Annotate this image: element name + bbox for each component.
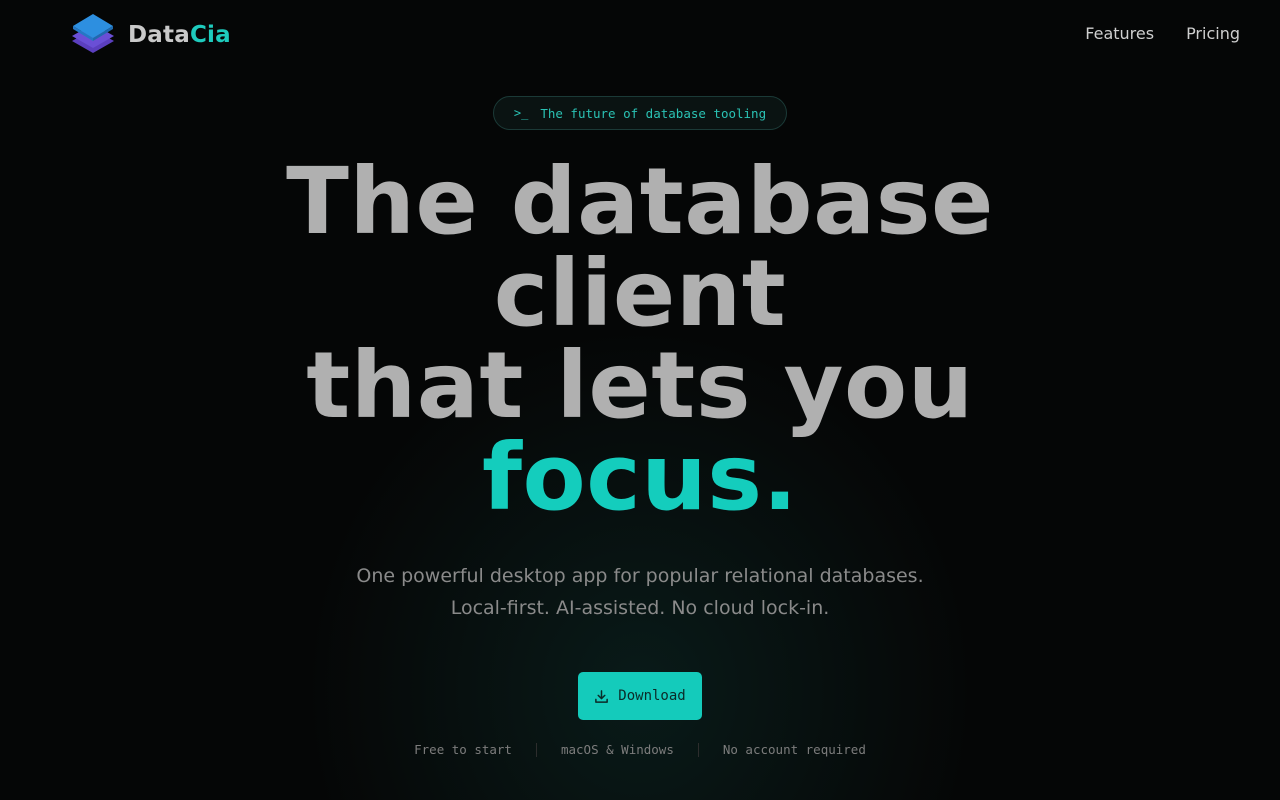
hero-headline: The database client that lets you focus. bbox=[0, 156, 1280, 524]
layers-icon bbox=[72, 14, 114, 53]
meta-divider bbox=[535, 742, 537, 757]
headline-line-2: client bbox=[493, 240, 787, 347]
feature-meta-list: Free to start macOS & Windows No account… bbox=[0, 742, 1280, 757]
brand-name-part2: Cia bbox=[189, 22, 231, 48]
meta-item: No account required bbox=[722, 742, 866, 757]
nav-item-features[interactable]: Features bbox=[1085, 24, 1154, 43]
download-button[interactable]: Download bbox=[578, 672, 702, 720]
main-nav: Features Pricing bbox=[1085, 24, 1240, 43]
meta-item: macOS & Windows bbox=[560, 742, 674, 757]
tagline-text: The future of database tooling bbox=[540, 105, 767, 121]
headline-line-3: that lets you bbox=[306, 332, 974, 439]
headline-accent: focus. bbox=[482, 424, 798, 531]
meta-item: Free to start bbox=[414, 742, 512, 757]
nav-item-pricing[interactable]: Pricing bbox=[1186, 24, 1240, 43]
terminal-icon: >_ bbox=[513, 106, 529, 120]
download-button-label: Download bbox=[618, 688, 686, 704]
download-icon bbox=[595, 689, 609, 703]
brand-name-part1: Data bbox=[128, 22, 190, 48]
site-header: DataCia Features Pricing bbox=[0, 0, 1280, 70]
headline-line-1: The database bbox=[286, 148, 994, 255]
tagline-badge: >_ The future of database tooling bbox=[493, 96, 787, 130]
brand-name: DataCia bbox=[128, 22, 231, 48]
brand-logo-link[interactable]: DataCia bbox=[68, 10, 231, 60]
hero-subtitle: One powerful desktop app for popular rel… bbox=[356, 565, 924, 619]
meta-divider bbox=[697, 742, 699, 757]
